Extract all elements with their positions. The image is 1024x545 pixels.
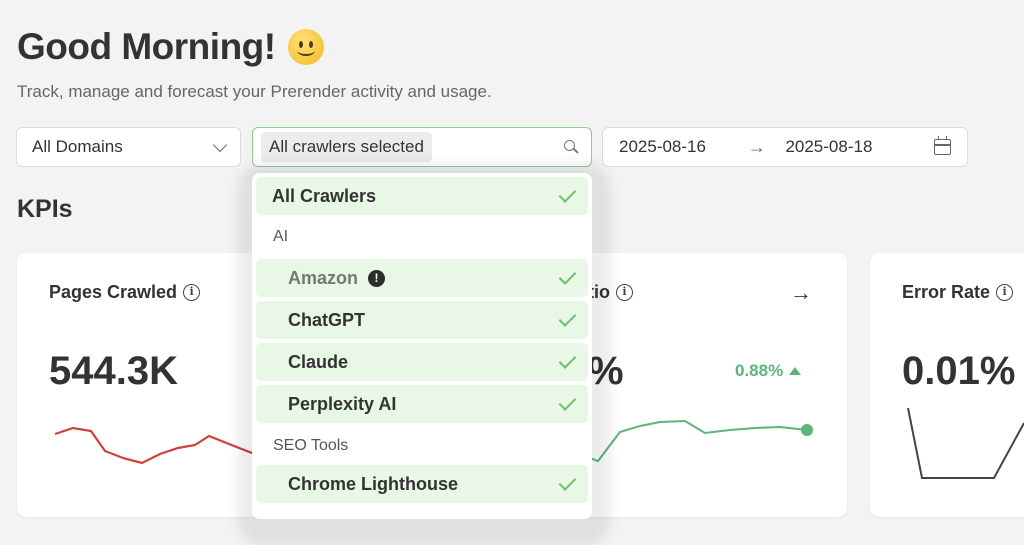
smiley-icon [287, 29, 324, 65]
check-icon [558, 350, 577, 369]
option-all-crawlers[interactable]: All Crawlers [256, 177, 588, 215]
option-perplexity-ai[interactable]: Perplexity AI [256, 385, 588, 423]
option-chatgpt[interactable]: ChatGPT [256, 301, 588, 339]
option-label: Amazon [288, 267, 359, 288]
arrow-right-icon[interactable]: → [790, 280, 812, 306]
kpi-card-title: Pages Crawled i [49, 282, 201, 303]
page-subtitle: Track, manage and forecast your Prerende… [17, 82, 492, 101]
info-icon[interactable]: i [996, 284, 1014, 301]
kpi-card-error-rate[interactable]: Error Rate i 0.01% [870, 253, 1024, 517]
option-chrome-lighthouse[interactable]: Chrome Lighthouse [256, 465, 588, 503]
error-rate-sparkline [907, 407, 1024, 479]
info-icon[interactable]: i [616, 284, 633, 301]
trend-value: 0.88% [735, 361, 784, 380]
domain-select[interactable]: All Domains [16, 127, 241, 167]
kpi-title-text: Error Rate [902, 282, 991, 302]
check-icon [558, 266, 577, 285]
trend-indicator: 0.88% [735, 361, 802, 381]
warning-icon[interactable]: ! [368, 269, 386, 287]
kpi-value: 0.01% [902, 349, 1016, 393]
page-title: Good Morning! [17, 26, 324, 68]
group-label-seo-tools: SEO Tools [273, 437, 349, 454]
option-label: All Crawlers [272, 185, 377, 206]
check-icon [558, 392, 577, 411]
crawler-select[interactable]: All crawlers selected [252, 127, 592, 167]
group-label-ai: AI [273, 228, 289, 245]
kpi-value: 544.3K [49, 349, 178, 393]
option-amazon[interactable]: Amazon ! [256, 259, 588, 297]
option-label: Chrome Lighthouse [288, 473, 458, 494]
search-icon [563, 139, 579, 155]
option-label: Claude [288, 351, 349, 372]
kpis-heading: KPIs [17, 195, 73, 223]
kpi-card-title: Error Rate i [902, 282, 1014, 303]
date-to-input[interactable]: 2025-08-18 [785, 137, 924, 157]
arrow-right-icon: → [747, 136, 766, 157]
info-icon[interactable]: i [183, 284, 201, 301]
crawlers-chip[interactable]: All crawlers selected [261, 132, 432, 162]
option-label: ChatGPT [288, 309, 366, 330]
option-label: Perplexity AI [288, 393, 397, 414]
check-icon [558, 184, 577, 203]
kpi-title-text: Pages Crawled [49, 282, 178, 302]
check-icon [558, 472, 577, 491]
option-claude[interactable]: Claude [256, 343, 588, 381]
crawler-dropdown-menu: All Crawlers AI Amazon ! ChatGPT Claude … [252, 173, 592, 519]
trend-up-icon [789, 367, 802, 375]
date-range-picker[interactable]: 2025-08-16 → 2025-08-18 [602, 127, 968, 167]
check-icon [558, 308, 577, 327]
domain-select-value: All Domains [32, 137, 123, 156]
chevron-down-icon [212, 137, 228, 152]
greeting-text: Good Morning! [17, 26, 276, 67]
calendar-icon[interactable] [934, 136, 951, 155]
date-from-input[interactable]: 2025-08-16 [619, 137, 748, 157]
